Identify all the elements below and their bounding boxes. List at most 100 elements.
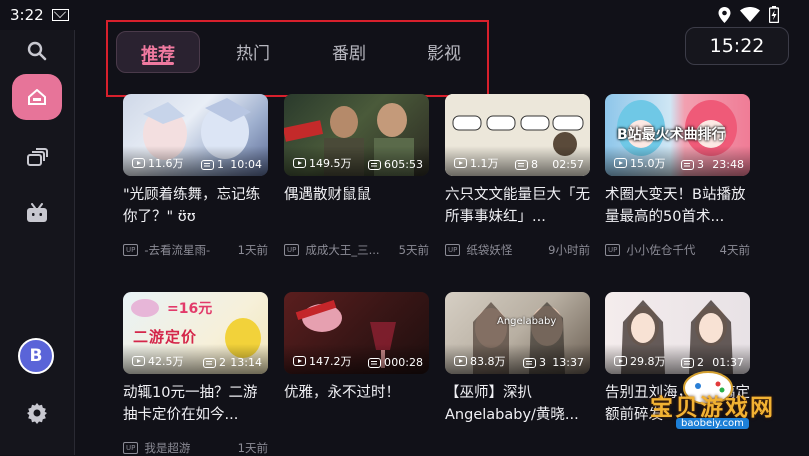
video-thumbnail: =16元 二游定价 42.5万 2 13:14 [123, 292, 268, 374]
search-icon [27, 41, 47, 61]
video-card[interactable]: 1.1万 8 02:57 六只文文能量巨大「无所事事妹红」... UP 纸袋妖怪 9… [445, 94, 590, 258]
danmaku-icon [203, 357, 216, 368]
danmaku-icon [515, 159, 528, 170]
duration: 10:04 [230, 158, 262, 171]
video-card[interactable]: =16元 二游定价 42.5万 2 13:14 动辄10元一抽？二游抽卡定价在如… [123, 292, 268, 456]
video-thumbnail: Angelababy 83.8万 3 13:37 [445, 292, 590, 374]
up-badge: UP [284, 244, 300, 256]
tab-movies[interactable]: 影视 [407, 31, 481, 71]
publish-time: 5天前 [398, 243, 429, 257]
video-thumbnail: 149.5万 6 05:53 [284, 94, 429, 176]
play-count-icon [454, 158, 467, 168]
tab-hot[interactable]: 热门 [216, 31, 290, 71]
video-card[interactable]: 11.6万 1 10:04 "光顾着练舞，忘记练你了？" ʊ̈ʊ UP -去看流星… [123, 94, 268, 258]
video-thumbnail: 11.6万 1 10:04 [123, 94, 268, 176]
play-count-icon [293, 158, 306, 168]
duration: 23:48 [712, 158, 744, 171]
clock: 15:22 [685, 27, 789, 65]
video-meta: UP 成成大王_三... 5天前 [284, 242, 429, 258]
danmaku-icon [368, 357, 381, 368]
view-count: 83.8万 [454, 353, 506, 369]
category-tabs: 推荐 热门 番剧 影视 [106, 20, 489, 97]
danmaku-count: 8 [515, 158, 538, 171]
tab-label: 影视 [427, 43, 461, 64]
tab-label: 番剧 [332, 43, 366, 64]
video-title: 六只文文能量巨大「无所事事妹红」... [445, 187, 590, 225]
view-count-text: 15.0万 [630, 157, 666, 170]
thumbnail-caption: B站最火术曲排行 [617, 127, 726, 143]
tab-label: 热门 [236, 43, 270, 64]
play-count-icon [293, 356, 306, 366]
bilibili-tv-icon [27, 203, 47, 222]
video-title: "光顾着练舞，忘记练你了？" ʊ̈ʊ [123, 187, 261, 225]
view-count: 147.2万 [293, 353, 352, 369]
dynamics-icon [27, 148, 48, 166]
danmaku-icon [681, 159, 694, 170]
video-card[interactable]: Angelababy 83.8万 3 13:37 【巫师】深扒Angelabab… [445, 292, 590, 440]
danmaku-count-text: 1 [217, 158, 224, 171]
publish-time: 1天前 [237, 441, 268, 455]
site-watermark: 宝贝游戏网 baobeiy.com [632, 362, 782, 442]
tab-bangumi[interactable]: 番剧 [312, 31, 386, 71]
thumbnail-caption: Angelababy [497, 316, 557, 327]
view-count-text: 1.1万 [470, 157, 499, 170]
thumbnail-caption: =16元 [167, 301, 213, 317]
author-name: -去看流星雨- [144, 243, 211, 257]
danmaku-count-text: 2 [219, 356, 226, 369]
publish-time: 9小时前 [548, 243, 590, 257]
dynamics-button[interactable] [12, 134, 62, 180]
author-name: 纸袋妖怪 [466, 243, 513, 257]
avatar[interactable]: B [18, 338, 54, 374]
danmaku-count: 2 [203, 356, 226, 369]
view-count-text: 83.8万 [470, 355, 506, 368]
duration: 13:14 [230, 356, 262, 369]
video-card[interactable]: 149.5万 6 05:53 偶遇散财鼠鼠 UP 成成大王_三... 5天前 [284, 94, 429, 258]
location-icon [718, 6, 731, 23]
danmaku-icon [523, 357, 536, 368]
view-count-text: 11.6万 [148, 157, 184, 170]
duration: 05:53 [391, 158, 423, 171]
video-thumbnail: 147.2万 0 00:28 [284, 292, 429, 374]
video-title: 术圈大变天！B站播放量最高的50首术... [605, 187, 746, 225]
danmaku-icon [368, 159, 381, 170]
duration: 13:37 [552, 356, 584, 369]
view-count-text: 147.2万 [309, 355, 352, 368]
author-name: 我是超游 [144, 441, 191, 455]
gear-icon [27, 403, 47, 424]
danmaku-count-text: 3 [539, 356, 546, 369]
danmaku-count: 3 [681, 158, 704, 171]
home-button[interactable] [12, 74, 62, 120]
video-card[interactable]: 147.2万 0 00:28 优雅，永不过时！ [284, 292, 429, 440]
up-badge: UP [123, 244, 139, 256]
video-title: 动辄10元一抽？二游抽卡定价在如今... [123, 385, 258, 423]
video-card[interactable]: B站最火术曲排行 15.0万 3 23:48 术圈大变天！B站播放量最高的50首… [605, 94, 750, 258]
up-badge: UP [605, 244, 621, 256]
danmaku-count-text: 6 [384, 158, 391, 171]
danmaku-count: 0 [368, 356, 391, 369]
video-title: 优雅，永不过时！ [284, 385, 400, 401]
view-count-text: 42.5万 [148, 355, 184, 368]
view-count: 11.6万 [132, 155, 184, 171]
duration: 00:28 [391, 356, 423, 369]
view-count-text: 149.5万 [309, 157, 352, 170]
view-count: 149.5万 [293, 155, 352, 171]
search-button[interactable] [12, 28, 62, 74]
watermark-text: 宝贝游戏网 [650, 395, 775, 421]
video-meta: UP 纸袋妖怪 9小时前 [445, 242, 590, 258]
video-meta: UP 我是超游 1天前 [123, 440, 268, 456]
up-badge: UP [123, 442, 139, 454]
settings-button[interactable] [12, 390, 62, 436]
publish-time: 4天前 [719, 243, 750, 257]
view-count: 42.5万 [132, 353, 184, 369]
danmaku-icon [201, 159, 214, 170]
duration: 02:57 [552, 158, 584, 171]
tab-label: 推荐 [141, 44, 175, 65]
status-icons [718, 6, 779, 23]
video-title: 偶遇散财鼠鼠 [284, 187, 371, 203]
publish-time: 1天前 [237, 243, 268, 257]
up-badge: UP [445, 244, 461, 256]
play-count-icon [132, 356, 145, 366]
video-meta: UP 小小佐仓千代 4天前 [605, 242, 750, 258]
tab-recommend[interactable]: 推荐 [116, 31, 200, 73]
bilibili-tv-button[interactable] [12, 190, 62, 236]
